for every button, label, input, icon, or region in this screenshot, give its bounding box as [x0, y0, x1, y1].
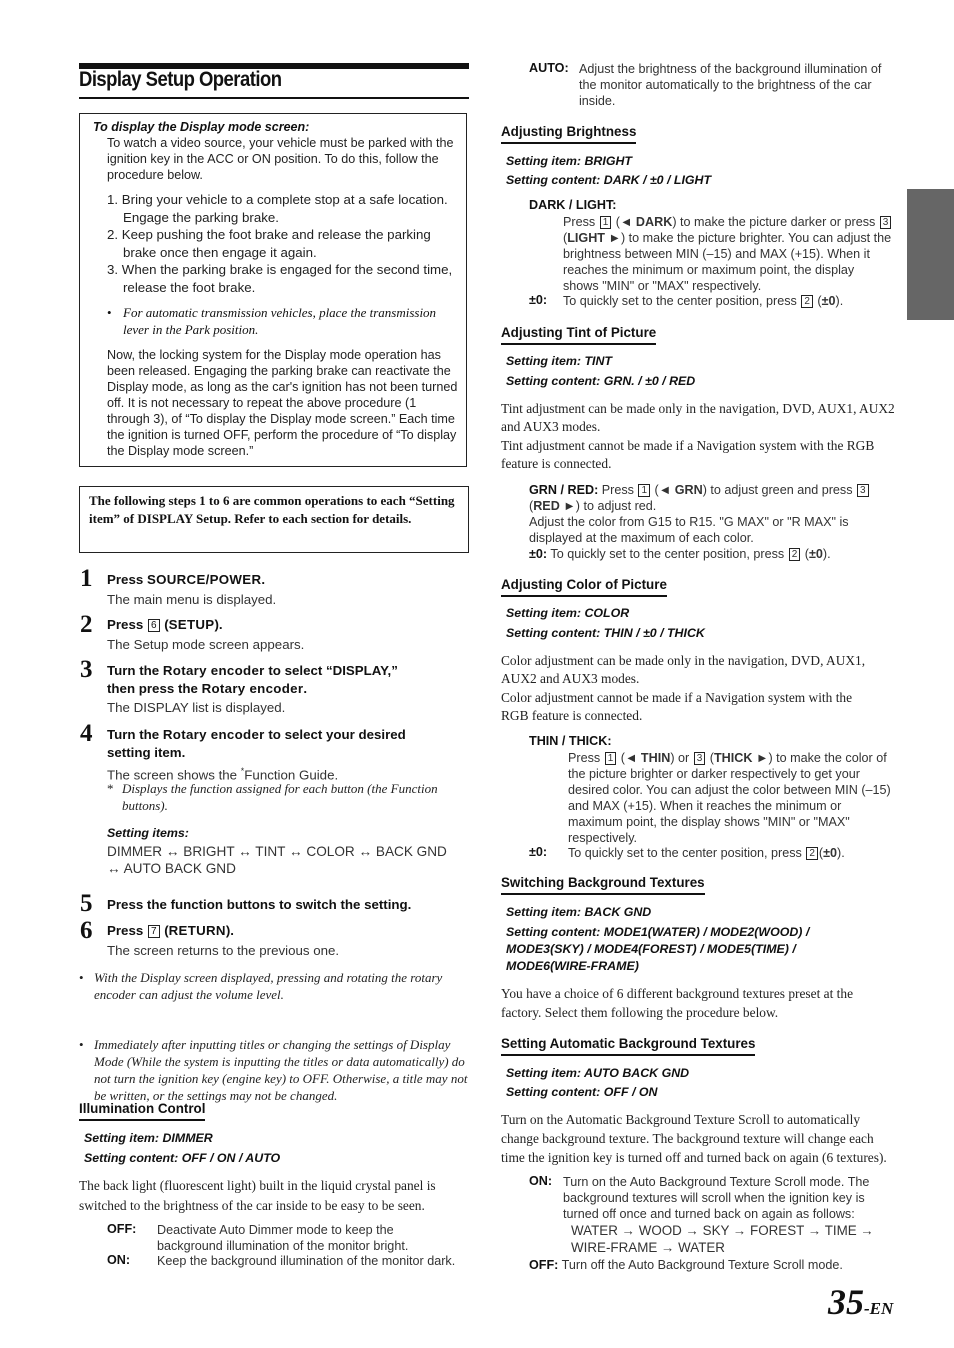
key-2-icon: 2: [801, 295, 813, 308]
backgnd-body: You have a choice of 6 different backgro…: [501, 986, 854, 1020]
off-term: OFF:: [529, 1258, 559, 1272]
step-instruction: Press 7 (RETURN).: [107, 923, 234, 938]
locking-note: Now, the locking system for the Display …: [107, 348, 458, 458]
autobackgnd-body: Turn on the Automatic Background Texture…: [501, 1112, 887, 1165]
color-body-1: Color adjustment can be made only in the…: [501, 653, 866, 686]
grn-red-term: GRN / RED:: [529, 483, 599, 497]
key-1-icon: 1: [638, 484, 651, 497]
function-guide-footnote: * Displays the function assigned for each…: [107, 781, 438, 813]
off-description: OFF: Turn off the Auto Background Textur…: [529, 1258, 843, 1272]
key-1-icon: 1: [599, 216, 612, 229]
procedure-list: 1. Bring your vehicle to a complete stop…: [107, 191, 457, 296]
box-intro: To watch a video source, your vehicle mu…: [107, 136, 454, 182]
step-instruction: Press the function buttons to switch the…: [107, 897, 412, 912]
section-title-autobackgnd: Setting Automatic Background Textures: [501, 1036, 756, 1056]
on-description: Keep the background illumination of the …: [157, 1254, 456, 1268]
step-instruction: Press 6 (SETUP).: [107, 617, 223, 632]
auto-term: AUTO:: [529, 61, 569, 75]
auto-description: Adjust the brightness of the background …: [579, 62, 882, 108]
transmission-note: For automatic transmission vehicles, pla…: [107, 304, 459, 338]
section-title-brightness: Adjusting Brightness: [501, 124, 637, 144]
on-description: Turn on the Auto Background Texture Scro…: [563, 1175, 870, 1221]
illumination-body: The back light (fluorescent light) built…: [79, 1178, 436, 1213]
page-number: 35-EN: [828, 1282, 894, 1322]
step-result: The screen returns to the previous one.: [107, 943, 340, 958]
step-result: The DISPLAY list is displayed.: [107, 700, 286, 715]
procedure-step: 3. When the parking brake is engaged for…: [107, 262, 453, 295]
zero-term: ±0:: [529, 293, 548, 307]
setting-item: Setting item: TINT: [506, 354, 613, 368]
section-title-illumination: Illumination Control: [79, 1101, 206, 1121]
return-key: RETURN: [168, 923, 226, 938]
off-description: Deactivate Auto Dimmer mode to keep the …: [157, 1223, 409, 1253]
key-3-icon: 3: [693, 752, 706, 765]
setting-content: Setting content: MODE1(WATER) / MODE2(WO…: [506, 925, 810, 973]
setting-content: Setting content: DARK / ±0 / LIGHT: [506, 173, 712, 187]
setting-item: Setting item: COLOR: [506, 606, 630, 620]
key-6-icon: 6: [147, 619, 160, 632]
key-7-icon: 7: [147, 925, 160, 938]
dark-light-term: DARK / LIGHT:: [529, 198, 617, 212]
volume-note: With the Display screen displayed, press…: [79, 969, 469, 1003]
box-header: To display the Display mode screen:: [93, 120, 310, 134]
setting-item: Setting item: AUTO BACK GND: [506, 1066, 690, 1080]
step-number: 2: [80, 611, 93, 638]
step-number: 1: [80, 565, 93, 592]
setting-items-sequence: DIMMER ↔ BRIGHT ↔ TINT ↔ COLOR ↔ BACK GN…: [107, 844, 447, 876]
key-2-icon: 2: [788, 548, 801, 561]
setting-item: Setting item: DIMMER: [84, 1131, 213, 1145]
procedure-step: 2. Keep pushing the foot brake and relea…: [107, 227, 431, 260]
zero-term: ±0:: [529, 547, 548, 561]
source-power-key: SOURCE/POWER: [146, 572, 262, 587]
tint-body-2: Tint adjustment cannot be made if a Navi…: [501, 438, 875, 471]
on-term: ON:: [529, 1174, 553, 1188]
key-3-icon: 3: [879, 216, 892, 229]
zero-description: To quickly set to the center position, p…: [568, 846, 845, 860]
step-instruction: Press SOURCE/POWER.: [107, 572, 266, 587]
procedure-step: 1. Bring your vehicle to a complete stop…: [107, 192, 448, 225]
common-steps-box: The following steps 1 to 6 are common op…: [79, 486, 469, 553]
grn-red-description: GRN / RED: Press 1 (◄ GRN) to adjust gre…: [529, 482, 891, 562]
zero-term: ±0:: [529, 845, 548, 859]
section-title-tint: Adjusting Tint of Picture: [501, 325, 657, 345]
texture-sequence: WIRE-FRAME → WATER: [571, 1240, 725, 1255]
off-term: OFF:: [107, 1222, 137, 1236]
key-2-icon: 2: [806, 847, 818, 860]
step-number: 4: [80, 720, 93, 747]
key-3-icon: 3: [857, 484, 869, 497]
section-title-color: Adjusting Color of Picture: [501, 577, 667, 597]
chapter-side-tab: [907, 189, 954, 320]
setting-items-label: Setting items:: [107, 826, 189, 840]
step-instruction: Turn the Rotary encoder to select your d…: [107, 727, 406, 760]
thin-thick-term: THIN / THICK:: [529, 734, 612, 748]
zero-description: To quickly set to the center position, p…: [563, 294, 844, 308]
color-body-2: Color adjustment cannot be made if a Nav…: [501, 690, 853, 723]
title-rule-bottom: [79, 97, 469, 99]
setup-key: SETUP: [168, 617, 215, 632]
display-mode-box: To display the Display mode screen: To w…: [79, 113, 467, 467]
setting-item: Setting item: BRIGHT: [506, 154, 632, 168]
step-number: 5: [80, 890, 93, 917]
ignition-note: Immediately after inputting titles or ch…: [79, 1036, 469, 1104]
step-result: The main menu is displayed.: [107, 592, 277, 607]
dark-light-description: Press 1 (◄ DARK) to make the picture dar…: [563, 215, 892, 293]
on-term: ON:: [107, 1253, 131, 1267]
texture-sequence: WATER → WOOD → SKY → FOREST → TIME →: [571, 1223, 874, 1238]
setting-content: Setting content: OFF / ON: [506, 1085, 658, 1099]
key-1-icon: 1: [604, 752, 617, 765]
setting-content: Setting content: OFF / ON / AUTO: [84, 1151, 281, 1165]
page-title: Display Setup Operation: [79, 68, 282, 91]
thin-thick-description: Press 1 (◄ THIN) or 3 (THICK ►) to make …: [568, 751, 891, 845]
section-title-backgnd: Switching Background Textures: [501, 875, 705, 895]
setting-content: Setting content: THIN / ±0 / THICK: [506, 626, 705, 640]
setting-item: Setting item: BACK GND: [506, 905, 652, 919]
tint-body-1: Tint adjustment can be made only in the …: [501, 401, 895, 434]
setting-content: Setting content: GRN. / ±0 / RED: [506, 374, 696, 388]
step-number: 3: [80, 656, 93, 683]
step-result: The Setup mode screen appears.: [107, 637, 305, 652]
step-instruction: Turn the Rotary encoder to select “DISPL…: [107, 663, 398, 696]
step-number: 6: [80, 917, 93, 944]
